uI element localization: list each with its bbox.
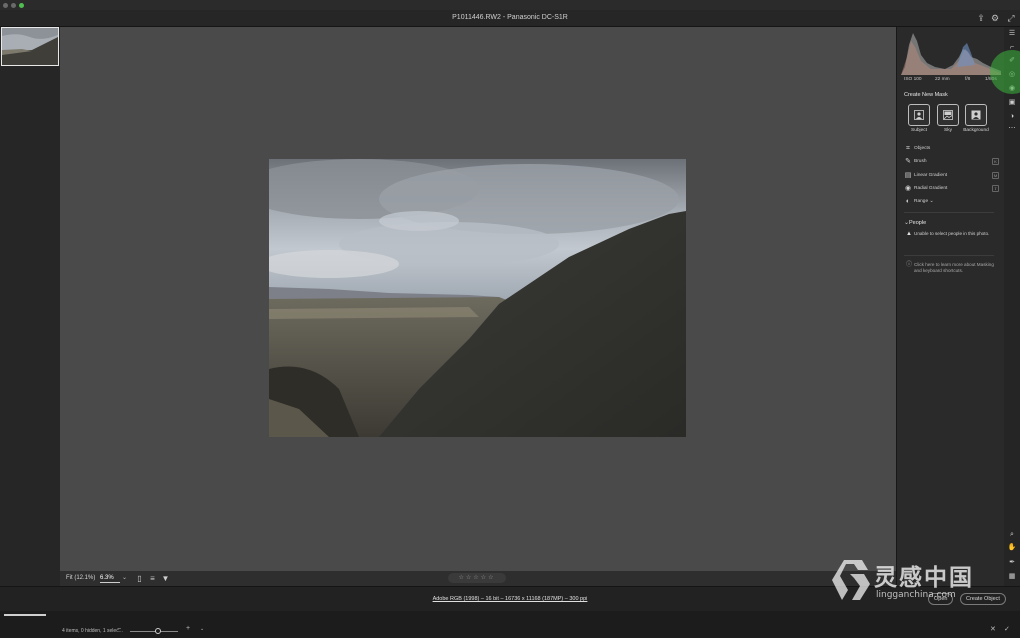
shortcut-badge: M — [992, 172, 999, 179]
panel-divider — [904, 255, 994, 256]
title-bar: P1011446.RW2 - Panasonic DC-S1R ⇪ ⚙ ⤢ — [0, 10, 1020, 27]
compare-view-icon[interactable]: ▯ — [135, 574, 144, 583]
cancel-icon[interactable]: ✕ — [990, 625, 996, 633]
presets-icon[interactable]: ▣ — [1007, 98, 1017, 108]
people-section-title[interactable]: People — [909, 220, 926, 226]
radial-gradient-icon: ◉ — [904, 185, 912, 192]
grid-icon[interactable]: ▦ — [1007, 572, 1017, 582]
mask-tool-label: Linear Gradient — [914, 173, 948, 178]
help-icon: ⓘ — [906, 262, 913, 268]
mask-tool-objects[interactable]: ⌗ Objects — [904, 144, 999, 154]
linear-gradient-icon: ▤ — [904, 172, 912, 179]
library-item-count: 4 items, 0 hidden, 1 selec... — [62, 628, 123, 634]
canvas-toolbar: Fit (12.1%) 6.3% ⌄ ▯ ≡ ▼ ☆☆☆☆☆ — [60, 571, 896, 586]
mask-background-button[interactable] — [965, 104, 987, 126]
library-scroll-indicator[interactable] — [4, 614, 46, 616]
masking-help-text: Click here to learn more about Masking a… — [914, 262, 994, 273]
mask-tool-range[interactable]: ◐ Range ⌄ — [904, 197, 999, 207]
mask-background-label: Background — [963, 128, 989, 133]
panel-divider — [904, 212, 994, 213]
focal-length-value: 22 mm — [935, 77, 950, 82]
exif-readout: ISO 100 22 mm f/8 1/80s — [901, 77, 1001, 85]
close-window-button[interactable] — [3, 3, 8, 8]
landscape-image — [269, 159, 686, 437]
mask-tool-radial-gradient[interactable]: ◉ Radial Gradient ⇧ — [904, 184, 999, 194]
subject-icon — [914, 110, 924, 120]
thumbnail-image — [2, 28, 58, 65]
more-icon[interactable]: ⋯ — [1007, 124, 1017, 134]
expand-icon[interactable]: ⤢ — [1006, 13, 1016, 23]
sky-icon — [943, 110, 953, 120]
filmstrip — [0, 27, 60, 611]
people-warning: ▲ Unable to select people in this photo. — [906, 231, 992, 237]
aperture-value: f/8 — [965, 77, 971, 82]
mask-tool-label: Objects — [914, 146, 931, 151]
zoom-out-icon[interactable]: − — [117, 626, 121, 633]
watermark-logo-icon — [832, 560, 870, 600]
objects-icon: ⌗ — [906, 145, 910, 152]
tool-rail: ☰ ⌐ ✐ ◎ ◉ ▣ ◑ ⋯ ⌕ ✋ ✒ ▦ — [1004, 27, 1020, 586]
gear-icon[interactable]: ⚙ — [990, 13, 1000, 23]
warning-icon: ▲ — [906, 231, 912, 237]
brush-icon: ✎ — [905, 158, 911, 165]
edit-sliders-icon[interactable]: ☰ — [1007, 29, 1017, 39]
zoom-in-icon[interactable]: + — [186, 625, 190, 632]
mask-tool-linear-gradient[interactable]: ▤ Linear Gradient M — [904, 171, 999, 181]
iso-value: ISO 100 — [904, 77, 922, 82]
mask-tool-label: Brush — [914, 159, 927, 164]
filter-icon[interactable]: ▼ — [161, 574, 170, 583]
library-strip: 4 items, 0 hidden, 1 selec... − + ⌄ ✕ ✓ — [0, 611, 1020, 638]
fit-zoom-button[interactable]: Fit (12.1%) — [66, 575, 95, 581]
zoom-icon[interactable]: ⌕ — [1007, 530, 1017, 540]
versions-icon[interactable]: ◑ — [1007, 112, 1017, 122]
mask-tool-brush[interactable]: ✎ Brush K — [904, 157, 999, 167]
filmstrip-thumbnail[interactable] — [1, 27, 59, 66]
watermark-sub-text: lingganchina.com — [876, 590, 956, 600]
masking-panel: ISO 100 22 mm f/8 1/80s Create New Mask … — [896, 27, 1004, 586]
watermark-main-text: 灵感中国 — [874, 565, 974, 591]
mask-sky-label: Sky — [944, 128, 952, 133]
shortcut-badge: K — [992, 158, 999, 165]
mask-sky-button[interactable] — [937, 104, 959, 126]
window-title: P1011446.RW2 - Panasonic DC-S1R — [452, 14, 568, 21]
thumbnail-size-handle[interactable] — [155, 628, 161, 634]
mask-subject-label: Subject — [911, 128, 927, 133]
zoom-window-button[interactable] — [19, 3, 24, 8]
confirm-icon[interactable]: ✓ — [1004, 625, 1010, 633]
zoom-level-field[interactable]: 6.3% — [100, 575, 120, 583]
sort-icon[interactable]: ≡ — [148, 574, 157, 583]
share-icon[interactable]: ⇪ — [976, 13, 986, 23]
people-warning-text: Unable to select people in this photo. — [914, 231, 990, 236]
eyedropper-icon[interactable]: ✒ — [1007, 558, 1017, 568]
menu-strip — [0, 0, 1020, 10]
mask-subject-button[interactable] — [908, 104, 930, 126]
main-photo[interactable] — [269, 159, 686, 437]
app-window: P1011446.RW2 - Panasonic DC-S1R ⇪ ⚙ ⤢ Fi… — [0, 0, 1020, 638]
library-menu-icon[interactable]: ⌄ — [200, 626, 204, 632]
image-canvas[interactable] — [60, 27, 896, 571]
masking-help-link[interactable]: ⓘ Click here to learn more about Masking… — [906, 262, 994, 274]
mask-tool-label: Radial Gradient — [914, 186, 948, 191]
zoom-dropdown-caret[interactable]: ⌄ — [122, 574, 127, 581]
star-rating[interactable]: ☆☆☆☆☆ — [448, 573, 506, 583]
mask-tool-label: Range ⌄ — [914, 199, 934, 204]
create-new-mask-title: Create New Mask — [904, 92, 948, 98]
background-icon — [971, 110, 981, 120]
watermark: 灵感中国 lingganchina.com — [832, 556, 1004, 606]
range-icon: ◐ — [905, 198, 911, 205]
hand-icon[interactable]: ✋ — [1007, 543, 1017, 553]
minimize-window-button[interactable] — [11, 3, 16, 8]
thumbnail-size-slider[interactable] — [130, 631, 178, 632]
shortcut-badge: ⇧ — [992, 185, 999, 192]
histogram — [901, 27, 1001, 75]
